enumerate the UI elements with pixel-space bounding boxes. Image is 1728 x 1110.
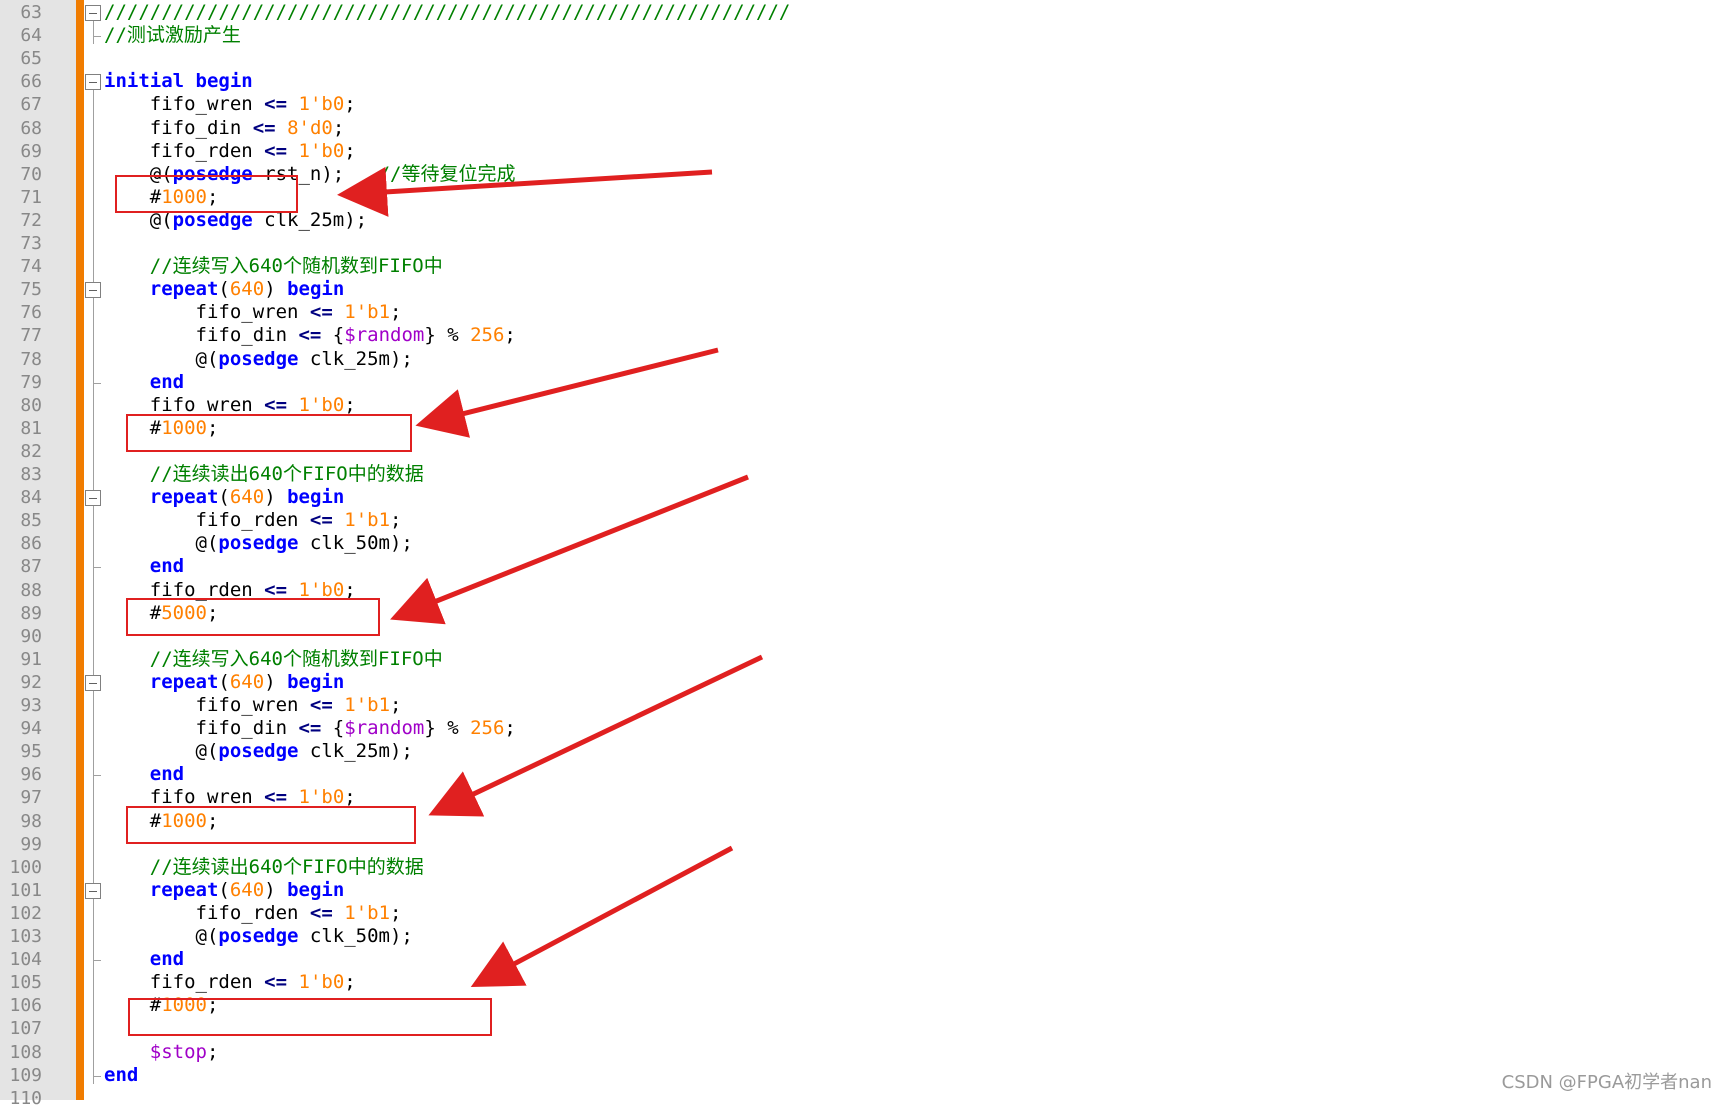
annotation-arrow-4 xyxy=(428,654,764,817)
annotation-arrow-1 xyxy=(337,166,713,217)
annotation-arrow-2 xyxy=(415,347,719,438)
annotation-arrows xyxy=(337,166,764,988)
watermark: CSDN @FPGA初学者nan xyxy=(1501,1072,1712,1093)
annotation-arrow-5 xyxy=(470,845,734,988)
annotation-arrow-3 xyxy=(390,474,749,625)
